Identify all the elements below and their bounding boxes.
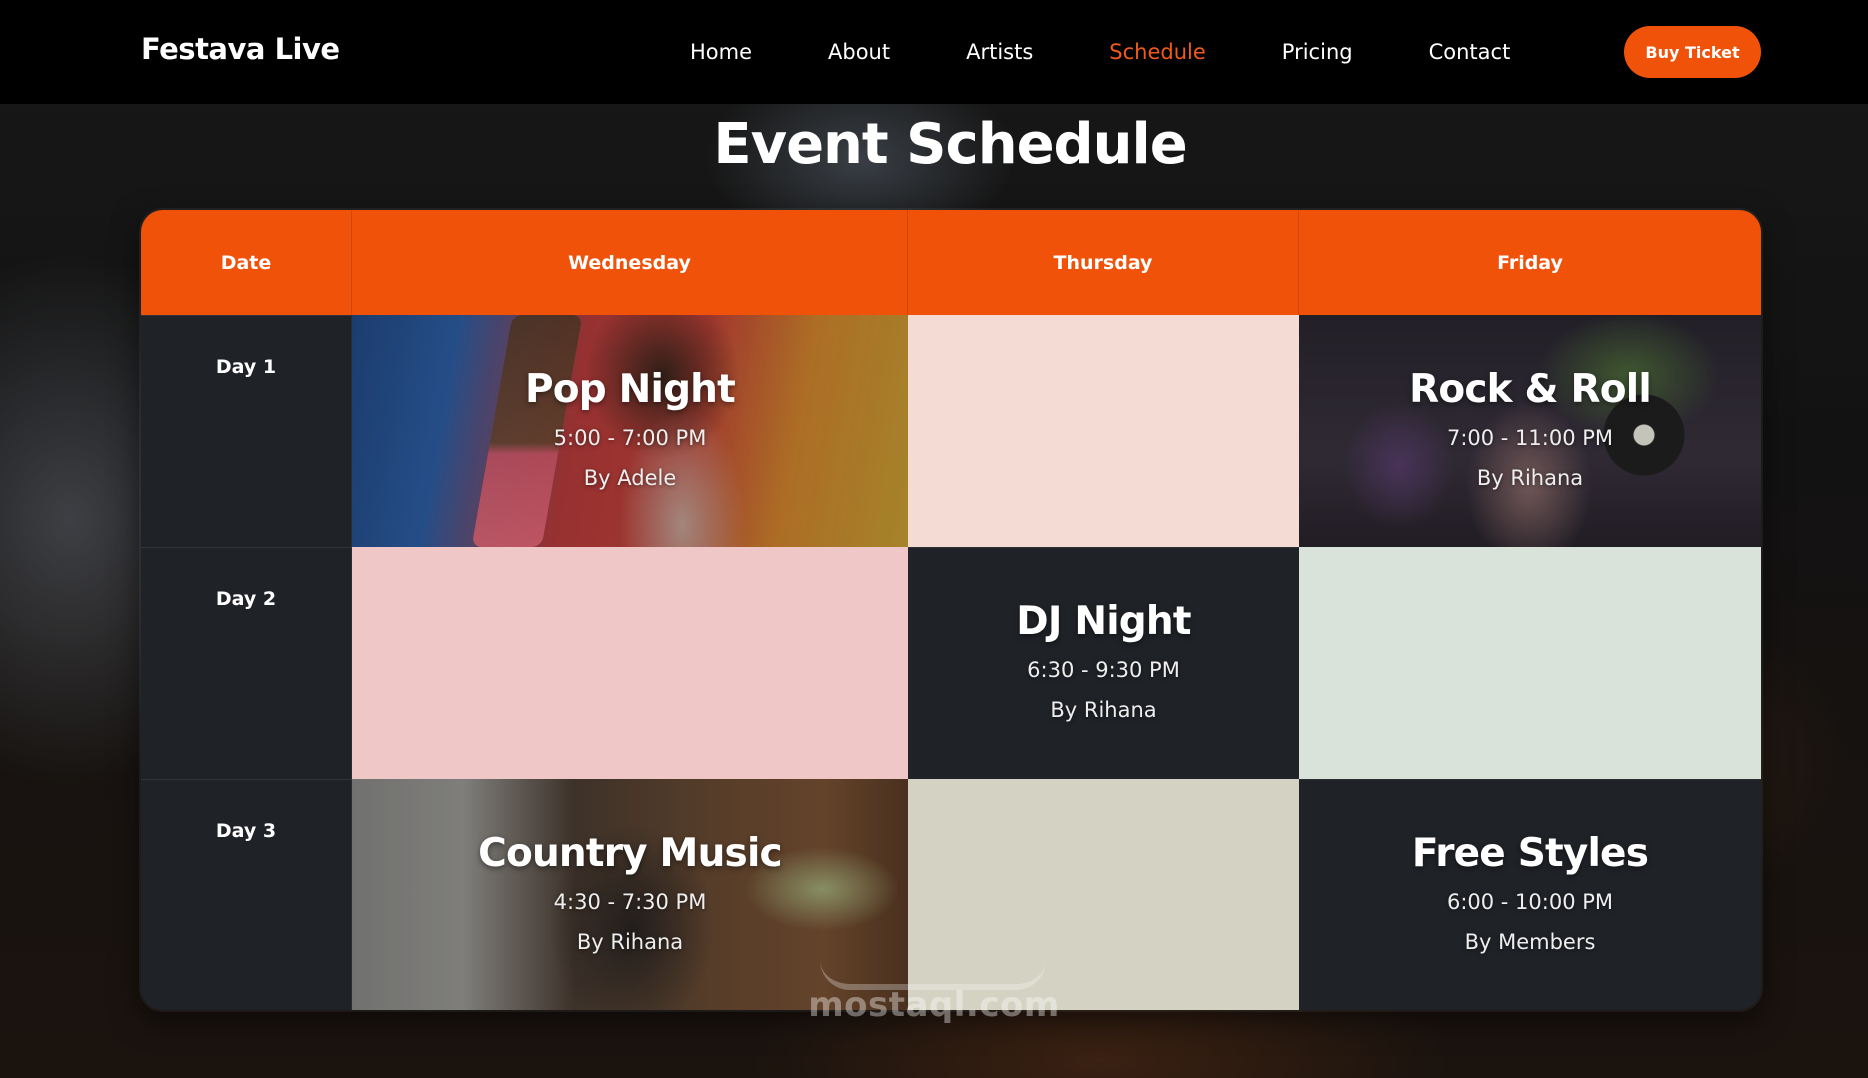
event-cell-dj-night[interactable]: DJ Night 6:30 - 9:30 PM By Rihana [908,547,1299,779]
date-cell-day-2: Day 2 [141,547,352,779]
schedule-row-day-2: Day 2 DJ Night 6:30 - 9:30 PM By Rihana [141,547,1761,779]
event-cell-pop-night[interactable]: Pop Night 5:00 - 7:00 PM By Adele [352,315,908,547]
brand-logo[interactable]: Festava Live [141,32,340,66]
event-artist: By Members [1464,930,1596,954]
event-title: DJ Night [1016,599,1191,644]
nav-link-about[interactable]: About [828,40,890,64]
watermark-text: mostaql.com [808,985,1060,1025]
empty-cell-day-2-wednesday [352,547,908,779]
event-time: 5:00 - 7:00 PM [553,425,707,450]
event-time: 7:00 - 11:00 PM [1446,425,1614,450]
event-artist: By Rihana [576,929,684,954]
header-wednesday: Wednesday [352,210,908,315]
buy-ticket-button[interactable]: Buy Ticket [1624,26,1761,78]
event-title: Free Styles [1411,831,1649,876]
schedule-table: Date Wednesday Thursday Friday Day 1 Pop… [141,210,1761,1010]
nav-link-pricing[interactable]: Pricing [1282,40,1353,64]
header-thursday: Thursday [908,210,1299,315]
nav-links: Home About Artists Schedule Pricing Cont… [690,0,1586,104]
page-title: Event Schedule [713,112,1187,177]
empty-cell-day-2-friday [1299,547,1761,779]
nav-link-schedule[interactable]: Schedule [1109,40,1206,64]
schedule-header-row: Date Wednesday Thursday Friday [141,210,1761,315]
header-date: Date [141,210,352,315]
event-cell-rock-and-roll[interactable]: Rock & Roll 7:00 - 11:00 PM By Rihana [1299,315,1761,547]
nav-link-contact[interactable]: Contact [1429,40,1511,64]
watermark-logo-icon [820,942,1046,990]
event-title: Rock & Roll [1409,366,1652,412]
event-artist: By Rihana [1476,465,1584,490]
event-cell-free-styles[interactable]: Free Styles 6:00 - 10:00 PM By Members [1299,779,1761,1010]
empty-cell-day-1-thursday [908,315,1299,547]
navbar: Festava Live Home About Artists Schedule… [0,0,1868,104]
event-artist: By Rihana [1050,698,1157,722]
event-time: 6:00 - 10:00 PM [1446,890,1614,914]
header-friday: Friday [1497,251,1563,274]
event-title: Pop Night [524,366,736,412]
nav-link-artists[interactable]: Artists [966,40,1033,64]
date-cell-day-1: Day 1 [141,315,352,547]
date-cell-day-3: Day 3 [141,779,352,1010]
event-artist: By Adele [583,465,677,490]
event-time: 4:30 - 7:30 PM [553,889,707,914]
event-title: Country Music [478,830,783,876]
nav-link-home[interactable]: Home [690,40,752,64]
schedule-row-day-1: Day 1 Pop Night 5:00 - 7:00 PM By Adele … [141,315,1761,547]
event-time: 6:30 - 9:30 PM [1027,658,1180,682]
